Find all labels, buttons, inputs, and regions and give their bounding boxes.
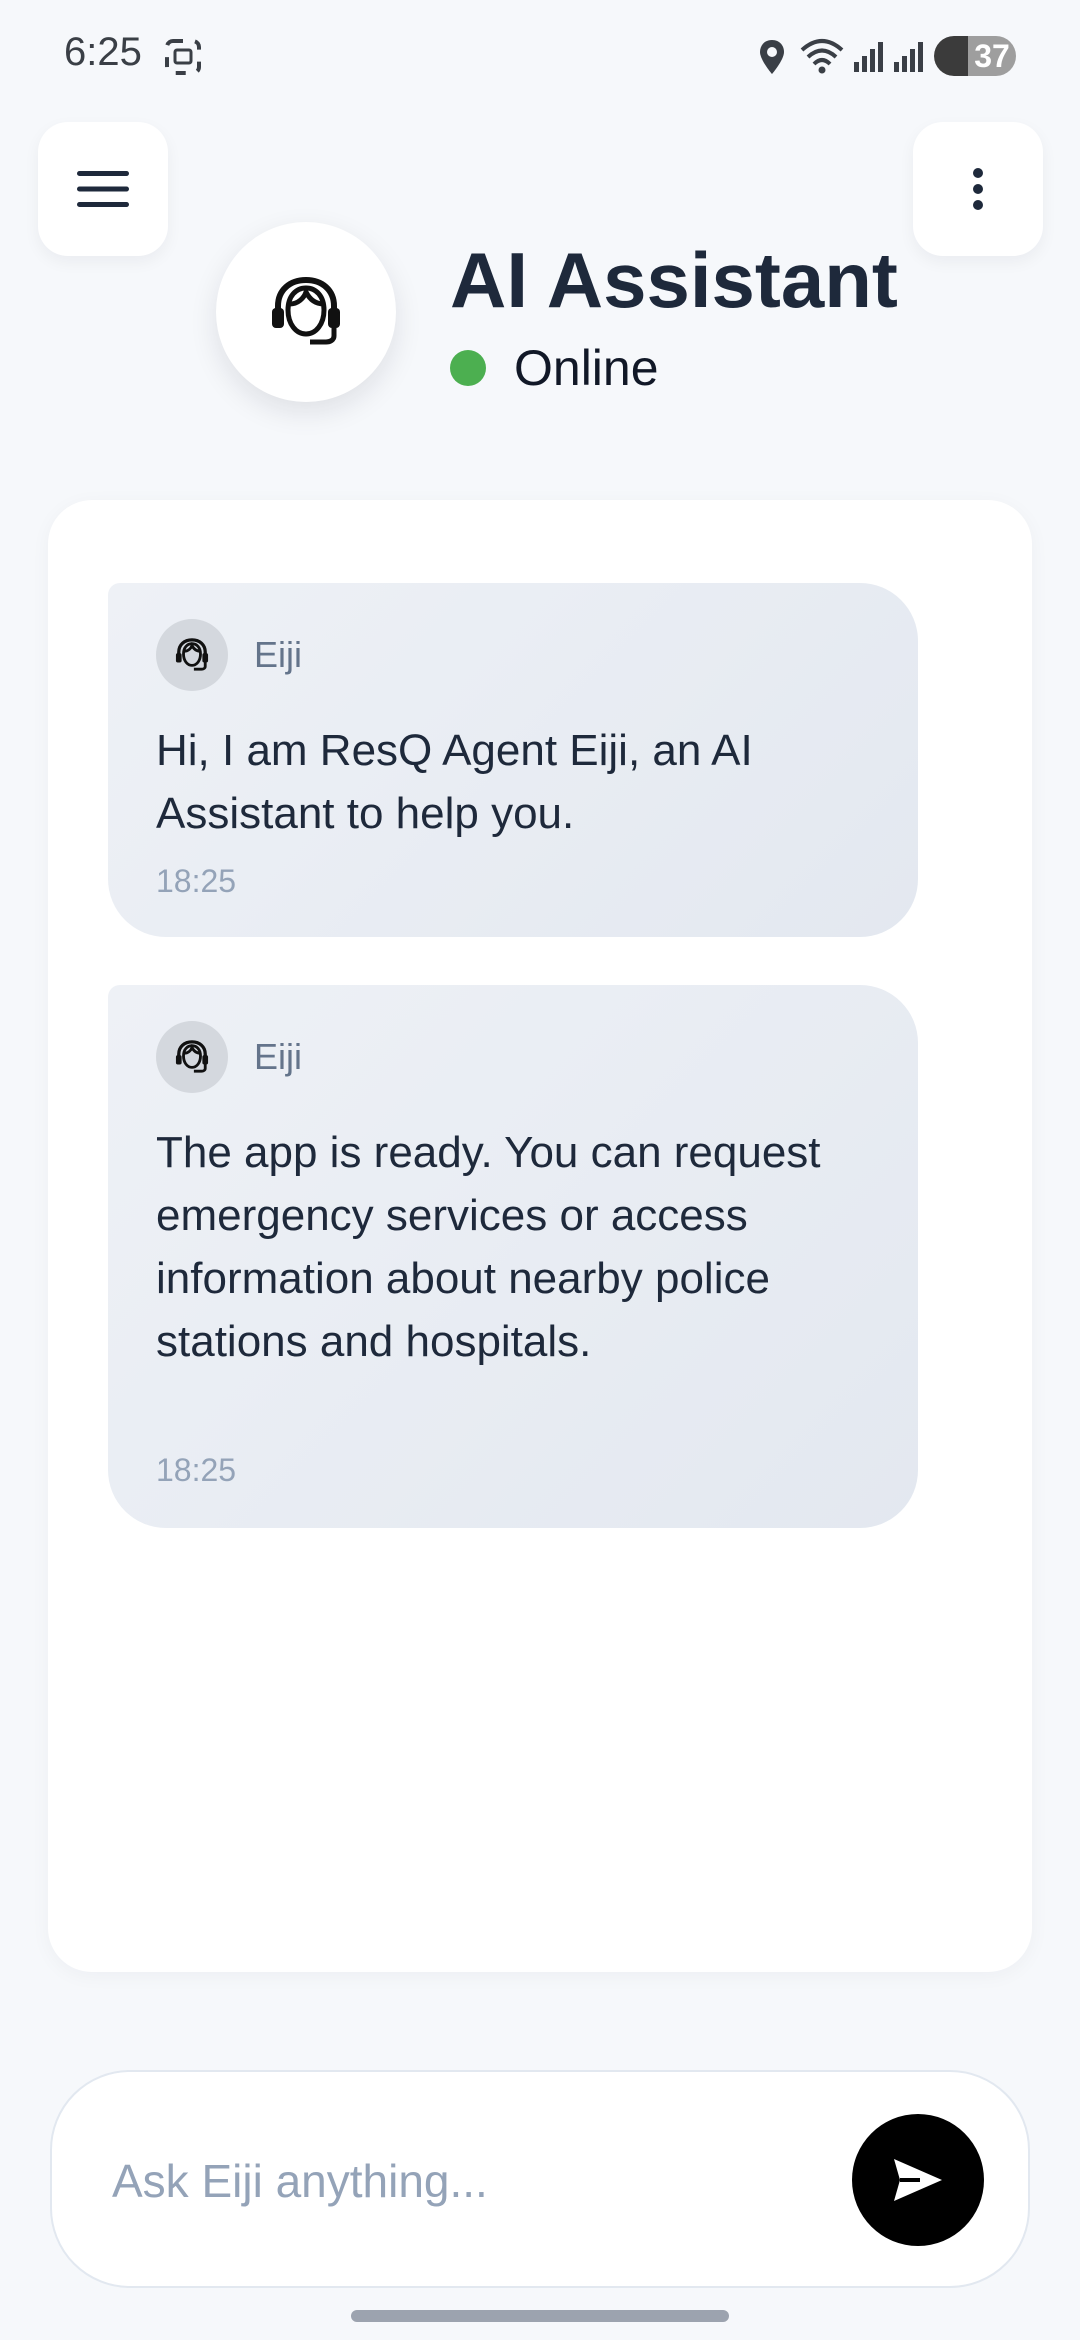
message-sender: Eiji (156, 1021, 302, 1093)
sender-name: Eiji (254, 1036, 303, 1077)
message-bubble: Eiji Hi, I am ResQ Agent Eiji, an AI Ass… (108, 583, 918, 937)
message-input[interactable] (110, 2132, 874, 2230)
online-indicator (450, 350, 486, 386)
location-icon (760, 40, 784, 74)
message-bubble: Eiji The app is ready. You can request e… (108, 985, 918, 1528)
message-composer (50, 2070, 1030, 2288)
sender-avatar (156, 619, 228, 691)
message-text: The app is ready. You can request emerge… (156, 1128, 821, 1366)
status-time: 6:25 (64, 30, 142, 74)
screenshot-icon (165, 39, 201, 75)
sender-avatar (156, 1021, 228, 1093)
assistant-avatar (216, 222, 396, 402)
home-indicator[interactable] (351, 2310, 729, 2322)
send-icon (894, 2159, 942, 2201)
online-status-label: Online (514, 340, 659, 396)
battery-icon: 37 (934, 36, 1016, 76)
message-text: Hi, I am ResQ Agent Eiji, an AI Assistan… (156, 726, 753, 838)
message-sender: Eiji (156, 619, 302, 691)
online-status: Online (450, 338, 659, 398)
menu-button[interactable] (38, 122, 168, 256)
message-time: 18:25 (156, 863, 237, 899)
send-button[interactable] (852, 2114, 984, 2246)
hamburger-menu-icon (77, 171, 129, 207)
sender-name: Eiji (254, 634, 303, 675)
signal-icon (894, 42, 923, 72)
battery-level: 37 (974, 38, 1010, 74)
wifi-icon (800, 39, 844, 74)
more-vertical-icon (973, 168, 983, 210)
page-title: AI Assistant (450, 236, 898, 324)
message-time: 18:25 (156, 1452, 237, 1488)
headset-agent-icon (272, 276, 340, 345)
signal-icon (854, 42, 883, 72)
more-options-button[interactable] (913, 122, 1043, 256)
status-bar: 6:25 37 (0, 0, 1080, 112)
chat-messages-panel[interactable]: Eiji Hi, I am ResQ Agent Eiji, an AI Ass… (48, 500, 1032, 1972)
headset-agent-icon (175, 1040, 209, 1073)
headset-agent-icon (175, 638, 209, 671)
